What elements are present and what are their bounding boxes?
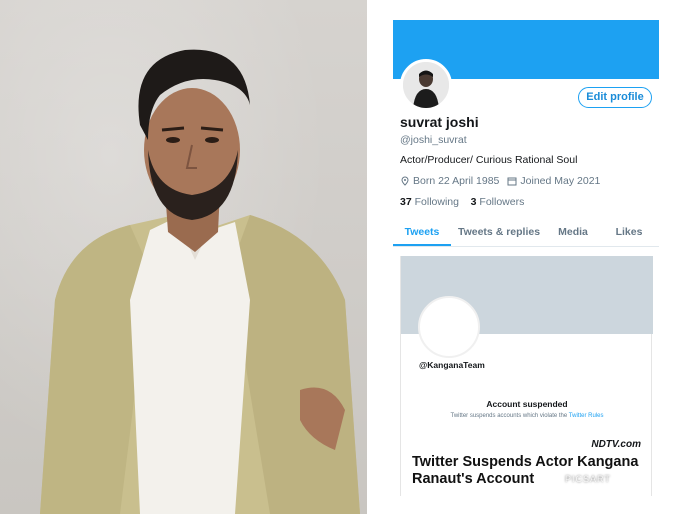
- tab-media[interactable]: Media: [547, 218, 599, 246]
- news-card: @KanganaTeam Account suspended Twitter s…: [400, 256, 653, 496]
- profile-meta: Born 22 April 1985 Joined May 2021: [400, 175, 600, 187]
- profile-tabs: Tweets Tweets & replies Media Likes: [393, 218, 659, 247]
- tab-tweets-replies[interactable]: Tweets & replies: [451, 218, 547, 246]
- follow-stats: 37 Following 3 Followers: [400, 196, 524, 208]
- display-name: suvrat joshi: [400, 114, 479, 130]
- news-source: NDTV.com: [591, 439, 641, 450]
- tab-tweets[interactable]: Tweets: [393, 218, 451, 246]
- suspended-title: Account suspended: [486, 399, 568, 409]
- bio: Actor/Producer/ Curious Rational Soul: [400, 154, 578, 166]
- news-headline: Twitter Suspends Actor Kangana Ranaut's …: [412, 454, 639, 487]
- location-icon: [401, 176, 409, 186]
- edit-profile-button[interactable]: Edit profile: [578, 87, 652, 108]
- avatar[interactable]: [400, 59, 452, 111]
- avatar-image: [403, 62, 449, 108]
- person-illustration: [40, 49, 360, 514]
- suspended-handle: @KanganaTeam: [419, 360, 485, 370]
- profile-photo: [0, 0, 367, 514]
- twitter-profile: Edit profile suvrat joshi @joshi_suvrat …: [367, 0, 685, 514]
- user-handle: @joshi_suvrat: [400, 134, 467, 146]
- calendar-icon: [507, 177, 517, 186]
- watermark: PICSART: [565, 474, 611, 484]
- join-date: Joined May 2021: [520, 175, 601, 187]
- tab-likes[interactable]: Likes: [599, 218, 659, 246]
- followers-link[interactable]: 3 Followers: [471, 196, 525, 208]
- twitter-rules-link[interactable]: Twitter Rules: [569, 413, 604, 419]
- suspended-avatar: [418, 296, 480, 358]
- birth-date: Born 22 April 1985: [413, 175, 500, 187]
- suspended-text: Twitter suspends accounts which violate …: [450, 413, 604, 419]
- following-link[interactable]: 37 Following: [400, 196, 459, 208]
